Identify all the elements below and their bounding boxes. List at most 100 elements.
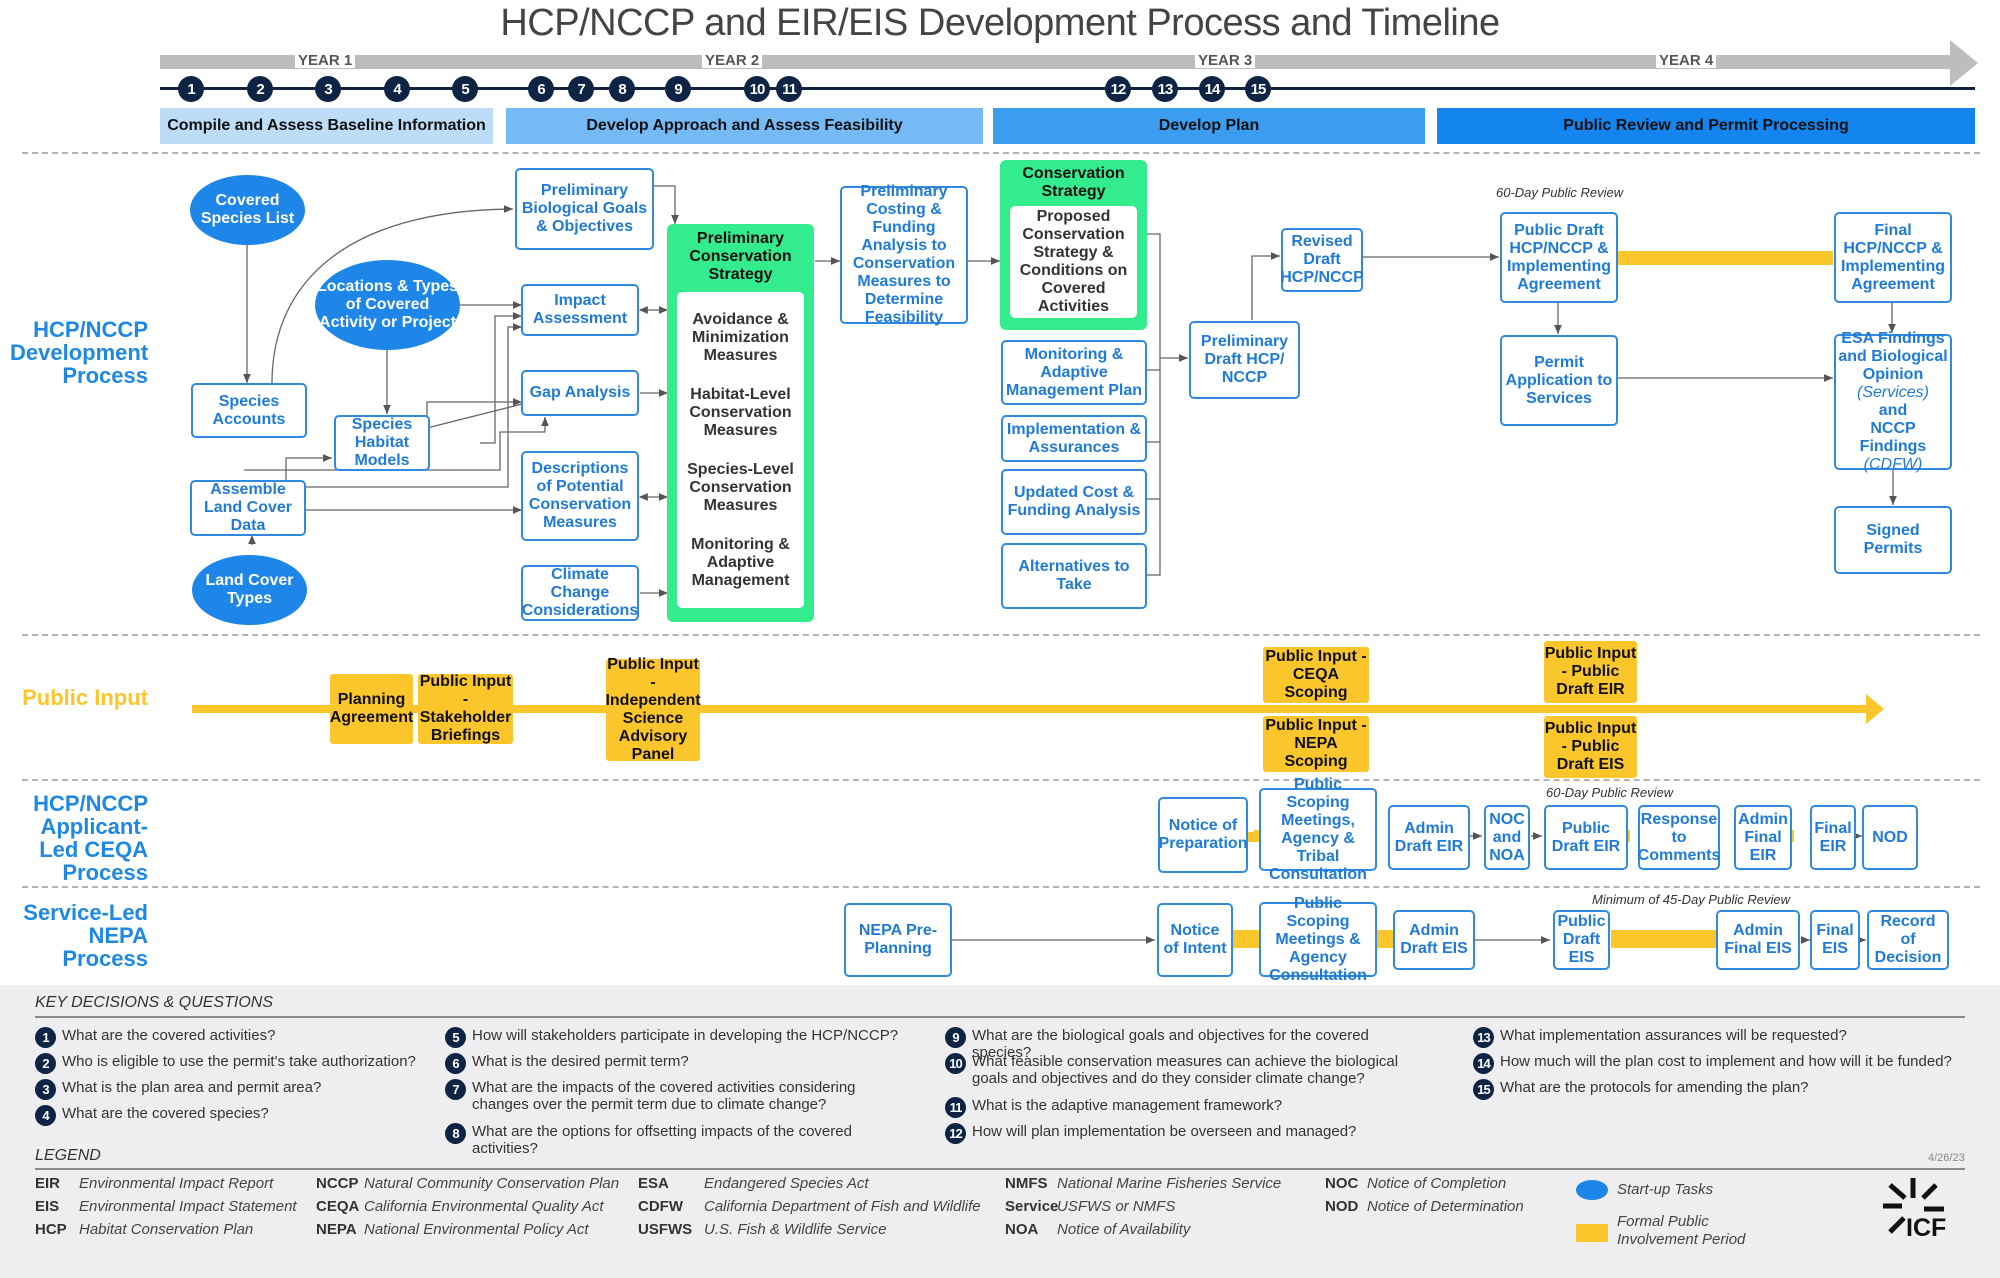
ceqa-response-comments: Response to Comments [1638, 805, 1720, 870]
public-ceqa-scoping: Public Input - CEQA Scoping [1263, 647, 1369, 703]
legend-item: ServiceUSFWS or NMFS [1005, 1198, 1175, 1215]
legend-abbr: HCP [35, 1221, 67, 1238]
question-text: What are the covered activities? [62, 1027, 276, 1044]
lane-label-ceqa: HCP/NCCP Applicant-Led CEQA Process [33, 791, 148, 885]
milestone-9: 9 [665, 76, 691, 102]
measure-item: Monitoring & Adaptive Management [691, 535, 790, 589]
lane-label-public-input: Public Input [22, 685, 148, 710]
timeline-line [160, 87, 1975, 90]
box-gap-analysis: Gap Analysis [521, 370, 639, 416]
esa-cdfw: (CDFW) [1863, 456, 1923, 473]
phase-baseline: Compile and Assess Baseline Information [160, 108, 493, 144]
nepa-final-eis: Final EIS [1810, 910, 1860, 970]
milestone-10: 10 [744, 76, 770, 102]
nepa-public-draft-eis: Public Draft EIS [1553, 910, 1610, 970]
phase-develop-plan: Develop Plan [993, 108, 1425, 144]
legend-definition: Environmental Impact Report [79, 1175, 274, 1192]
year-label-2: YEAR 2 [702, 53, 763, 68]
legend-item: ESA Endangered Species Act [638, 1175, 869, 1192]
question-number-badge: 11 [945, 1097, 966, 1118]
conservation-strategy: Conservation Strategy Proposed Conservat… [1000, 160, 1147, 330]
question-text: What are the impacts of the covered acti… [472, 1079, 856, 1113]
nepa-public-scoping: Public Scoping Meetings & Agency Consult… [1259, 895, 1377, 984]
box-species-accounts: Species Accounts [191, 383, 307, 438]
nepa-review-note: Minimum of 45-Day Public Review [1592, 892, 1790, 907]
startup-oval-covered-species: Covered Species List [190, 175, 305, 245]
questions-rule [35, 1016, 1965, 1018]
public-review-band [1617, 251, 1833, 265]
legend-definition: Habitat Conservation Plan [79, 1221, 254, 1238]
question-text: What are the protocols for amending the … [1500, 1079, 1809, 1096]
legend-abbr: NCCP [316, 1175, 359, 1192]
ceqa-public-draft-eir: Public Draft EIR [1544, 805, 1628, 870]
public-nepa-scoping: Public Input - NEPA Scoping [1263, 716, 1369, 772]
box-descriptions-measures: Descriptions of Potential Conservation M… [521, 451, 639, 541]
legend-abbr: USFWS [638, 1221, 693, 1238]
legend-item: NCCP Natural Community Conservation Plan [316, 1175, 619, 1192]
question-number-badge: 2 [35, 1053, 56, 1074]
legend-item: EIS Environmental Impact Statement [35, 1198, 297, 1215]
startup-oval-locations-types: Locations & Types of Covered Activity or… [315, 260, 460, 350]
ceqa-admin-final-eir: Admin Final EIR [1734, 805, 1792, 870]
phase-approach: Develop Approach and Assess Feasibility [506, 108, 983, 144]
box-alternatives: Alternatives to Take [1001, 543, 1147, 609]
legend-abbr: CEQA [316, 1198, 360, 1215]
question-number-badge: 5 [445, 1027, 466, 1048]
question-item: 15 What are the protocols for amending th… [1473, 1079, 1953, 1100]
question-number-badge: 4 [35, 1105, 56, 1126]
question-item: 10 What feasible conservation measures ca… [945, 1053, 1425, 1087]
milestone-1: 1 [178, 76, 204, 102]
box-final-hcp: Final HCP/NCCP & Implementing Agreement [1834, 212, 1952, 303]
legend-formal-label: Formal Public Involvement Period [1617, 1213, 1746, 1248]
phase-public-review: Public Review and Permit Processing [1437, 108, 1975, 144]
question-item: 8 What are the options for offsetting imp… [445, 1123, 905, 1157]
question-item: 14 How much will the plan cost to impleme… [1473, 1053, 1953, 1074]
question-text: What feasible conservation measures can … [972, 1053, 1399, 1087]
box-implementation: Implementation & Assurances [1001, 415, 1147, 462]
question-text: Who is eligible to use the permit's take… [62, 1053, 416, 1070]
box-prelim-bio-goals: Preliminary Biological Goals & Objective… [515, 168, 654, 250]
legend-definition: Natural Community Conservation Plan [364, 1175, 620, 1192]
question-number-badge: 10 [945, 1053, 966, 1074]
question-text: What implementation assurances will be r… [1500, 1027, 1847, 1044]
question-item: 3 What is the plan area and permit area? [35, 1079, 435, 1100]
question-text: How will stakeholders participate in dev… [472, 1027, 899, 1044]
question-text: What are the covered species? [62, 1105, 269, 1122]
legend-abbr: Service [1005, 1198, 1059, 1215]
public-input-arrow-head [1866, 694, 1884, 724]
question-text: What is the desired permit term? [472, 1053, 689, 1070]
question-item: 12 How will plan implementation be overse… [945, 1123, 1425, 1144]
questions-heading: KEY DECISIONS & QUESTIONS [35, 994, 273, 1011]
public-period-band [1229, 930, 1259, 948]
ceqa-notice-of-preparation: Notice of Preparation [1158, 797, 1248, 873]
legend-abbr: NEPA [316, 1221, 357, 1238]
esa-and: and [1878, 402, 1908, 419]
public-science-panel: Public Input - Independent Science Advis… [605, 656, 701, 763]
question-text: How will plan implementation be overseen… [972, 1123, 1357, 1140]
legend-item: HCP Habitat Conservation Plan [35, 1221, 253, 1238]
legend-definition: National Marine Fisheries Service [1057, 1175, 1282, 1192]
legend-item: NOC Notice of Completion [1325, 1175, 1506, 1192]
milestone-8: 8 [609, 76, 635, 102]
question-item: 13 What implementation assurances will be… [1473, 1027, 1953, 1048]
prelim-conservation-strategy: Preliminary Conservation Strategy Avoida… [667, 224, 814, 622]
milestone-11: 11 [776, 76, 802, 102]
legend-item: NEPA National Environmental Policy Act [316, 1221, 589, 1238]
milestone-15: 15 [1245, 76, 1271, 102]
question-text: What is the adaptive management framewor… [972, 1097, 1283, 1114]
year-label-4: YEAR 4 [1656, 53, 1717, 68]
box-assemble-land-cover: Assemble Land Cover Data [190, 480, 306, 536]
ceqa-admin-draft-eir: Admin Draft EIR [1388, 805, 1470, 870]
icf-logo-text: ICF [1906, 1214, 1946, 1242]
public-planning-agreement: Planning Agreement [330, 674, 413, 744]
ceqa-nod: NOD [1862, 805, 1918, 870]
ceqa-review-note: 60-Day Public Review [1546, 785, 1674, 800]
public-period-band [1374, 930, 1394, 948]
question-number-badge: 6 [445, 1053, 466, 1074]
legend-definition: USFWS or NMFS [1057, 1198, 1176, 1215]
lane-label-nepa: Service-Led NEPA Process [23, 900, 148, 971]
divider [22, 886, 1980, 888]
legend-definition: California Environmental Quality Act [364, 1198, 604, 1215]
legend-item: CDFW California Department of Fish and Wi… [638, 1198, 981, 1215]
legend-heading: LEGEND [35, 1147, 101, 1164]
